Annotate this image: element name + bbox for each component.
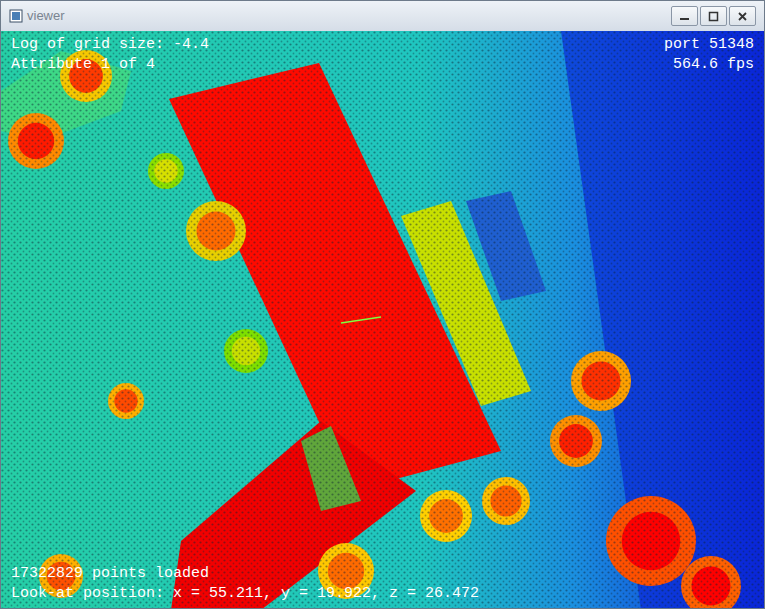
minimize-button[interactable] (671, 6, 698, 26)
maximize-button[interactable] (700, 6, 727, 26)
maximize-icon (708, 11, 719, 22)
minimize-icon (679, 11, 690, 22)
app-icon (9, 9, 23, 23)
window-title: viewer (27, 6, 667, 26)
info-text: 17322829 points loaded (11, 564, 479, 584)
top-left-info: Log of grid size: -4.4Attribute 1 of 4 (11, 35, 209, 75)
title-bar[interactable]: viewer (1, 1, 764, 31)
viewer-window: viewer Log of grid size: -4.4Attribute 1 … (0, 0, 765, 609)
info-text: Log of grid size: -4.4 (11, 35, 209, 55)
info-text: Attribute 1 of 4 (11, 55, 209, 75)
info-text: port 51348 (664, 35, 754, 55)
point-cloud-drawing (1, 31, 764, 608)
info-text: Look-at position: x = 55.211, y = 19.922… (11, 584, 479, 604)
info-text: 564.6 fps (673, 55, 754, 75)
point-cloud-canvas[interactable]: Log of grid size: -4.4Attribute 1 of 4 po… (1, 31, 764, 608)
top-right-info: port 51348564.6 fps (664, 35, 754, 75)
close-icon (737, 11, 748, 22)
close-button[interactable] (729, 6, 756, 26)
bottom-left-info: 17322829 points loadedLook-at position: … (11, 564, 479, 604)
